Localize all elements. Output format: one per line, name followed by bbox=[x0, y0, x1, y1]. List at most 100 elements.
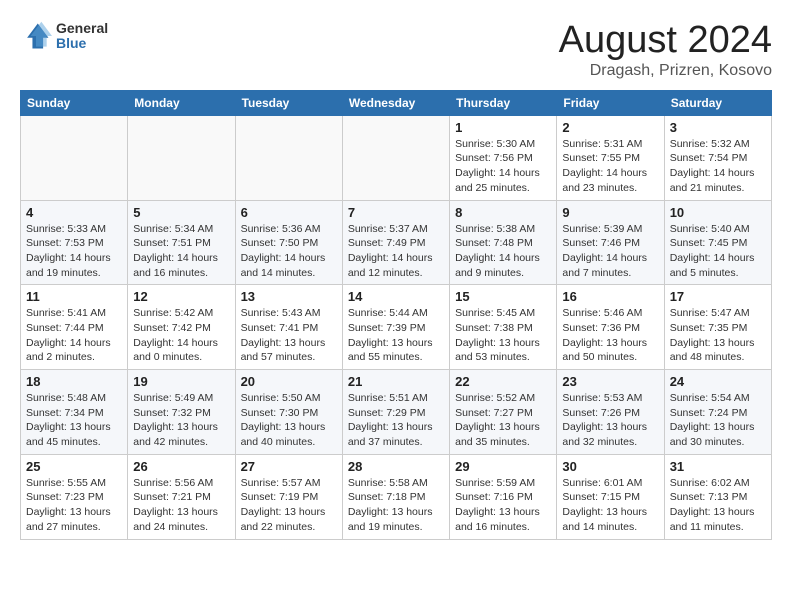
calendar-cell: 13 Sunrise: 5:43 AMSunset: 7:41 PMDayligh… bbox=[235, 285, 342, 370]
day-number: 2 bbox=[562, 120, 658, 135]
day-number: 30 bbox=[562, 459, 658, 474]
day-number: 26 bbox=[133, 459, 229, 474]
calendar-cell: 2 Sunrise: 5:31 AMSunset: 7:55 PMDaylight… bbox=[557, 115, 664, 200]
day-info: Sunrise: 5:57 AMSunset: 7:19 PMDaylight:… bbox=[241, 476, 337, 535]
calendar-cell: 19Sunrise: 5:49 AMSunset: 7:32 PMDayligh… bbox=[128, 370, 235, 455]
calendar-cell: 21 Sunrise: 5:51 AMSunset: 7:29 PMDayligh… bbox=[342, 370, 449, 455]
day-number: 13 bbox=[241, 289, 337, 304]
calendar-cell: 31 Sunrise: 6:02 AMSunset: 7:13 PMDayligh… bbox=[664, 454, 771, 539]
calendar-cell: 6 Sunrise: 5:36 AMSunset: 7:50 PMDaylight… bbox=[235, 200, 342, 285]
calendar-cell: 25Sunrise: 5:55 AMSunset: 7:23 PMDayligh… bbox=[21, 454, 128, 539]
day-number: 16 bbox=[562, 289, 658, 304]
day-info: Sunrise: 5:51 AMSunset: 7:29 PMDaylight:… bbox=[348, 391, 444, 450]
day-number: 12 bbox=[133, 289, 229, 304]
calendar-cell: 11 Sunrise: 5:41 AMSunset: 7:44 PMDayligh… bbox=[21, 285, 128, 370]
calendar-cell: 23 Sunrise: 5:53 AMSunset: 7:26 PMDayligh… bbox=[557, 370, 664, 455]
day-number: 24 bbox=[670, 374, 766, 389]
calendar-cell: 30 Sunrise: 6:01 AMSunset: 7:15 PMDayligh… bbox=[557, 454, 664, 539]
day-info: Sunrise: 5:45 AMSunset: 7:38 PMDaylight:… bbox=[455, 306, 551, 365]
day-number: 3 bbox=[670, 120, 766, 135]
calendar-cell: 18Sunrise: 5:48 AMSunset: 7:34 PMDayligh… bbox=[21, 370, 128, 455]
day-info: Sunrise: 5:36 AMSunset: 7:50 PMDaylight:… bbox=[241, 222, 337, 281]
weekday-header-monday: Monday bbox=[128, 90, 235, 115]
day-number: 1 bbox=[455, 120, 551, 135]
weekday-header-wednesday: Wednesday bbox=[342, 90, 449, 115]
day-info: Sunrise: 5:33 AMSunset: 7:53 PMDaylight:… bbox=[26, 222, 122, 281]
day-number: 5 bbox=[133, 205, 229, 220]
day-info: Sunrise: 5:43 AMSunset: 7:41 PMDaylight:… bbox=[241, 306, 337, 365]
calendar-cell: 29 Sunrise: 5:59 AMSunset: 7:16 PMDayligh… bbox=[450, 454, 557, 539]
calendar-cell bbox=[128, 115, 235, 200]
day-info: Sunrise: 5:34 AMSunset: 7:51 PMDaylight:… bbox=[133, 222, 229, 281]
calendar-cell: 20 Sunrise: 5:50 AMSunset: 7:30 PMDayligh… bbox=[235, 370, 342, 455]
calendar-week-3: 11 Sunrise: 5:41 AMSunset: 7:44 PMDayligh… bbox=[21, 285, 772, 370]
day-number: 23 bbox=[562, 374, 658, 389]
day-number: 9 bbox=[562, 205, 658, 220]
day-info: Sunrise: 5:54 AMSunset: 7:24 PMDaylight:… bbox=[670, 391, 766, 450]
day-info: Sunrise: 5:39 AMSunset: 7:46 PMDaylight:… bbox=[562, 222, 658, 281]
day-info: Sunrise: 6:01 AMSunset: 7:15 PMDaylight:… bbox=[562, 476, 658, 535]
day-info: Sunrise: 6:02 AMSunset: 7:13 PMDaylight:… bbox=[670, 476, 766, 535]
logo-icon bbox=[20, 20, 52, 52]
day-info: Sunrise: 5:56 AMSunset: 7:21 PMDaylight:… bbox=[133, 476, 229, 535]
day-info: Sunrise: 5:40 AMSunset: 7:45 PMDaylight:… bbox=[670, 222, 766, 281]
calendar-cell: 22 Sunrise: 5:52 AMSunset: 7:27 PMDayligh… bbox=[450, 370, 557, 455]
day-number: 11 bbox=[26, 289, 122, 304]
day-number: 6 bbox=[241, 205, 337, 220]
weekday-header-tuesday: Tuesday bbox=[235, 90, 342, 115]
day-number: 8 bbox=[455, 205, 551, 220]
calendar-header-row: SundayMondayTuesdayWednesdayThursdayFrid… bbox=[21, 90, 772, 115]
day-number: 7 bbox=[348, 205, 444, 220]
weekday-header-saturday: Saturday bbox=[664, 90, 771, 115]
weekday-header-thursday: Thursday bbox=[450, 90, 557, 115]
calendar-cell: 28 Sunrise: 5:58 AMSunset: 7:18 PMDayligh… bbox=[342, 454, 449, 539]
calendar-cell: 17 Sunrise: 5:47 AMSunset: 7:35 PMDayligh… bbox=[664, 285, 771, 370]
calendar-cell: 15Sunrise: 5:45 AMSunset: 7:38 PMDayligh… bbox=[450, 285, 557, 370]
day-number: 14 bbox=[348, 289, 444, 304]
calendar-cell: 3 Sunrise: 5:32 AMSunset: 7:54 PMDaylight… bbox=[664, 115, 771, 200]
day-info: Sunrise: 5:58 AMSunset: 7:18 PMDaylight:… bbox=[348, 476, 444, 535]
calendar-cell: 16 Sunrise: 5:46 AMSunset: 7:36 PMDayligh… bbox=[557, 285, 664, 370]
day-number: 22 bbox=[455, 374, 551, 389]
logo: General Blue bbox=[20, 20, 108, 52]
day-info: Sunrise: 5:41 AMSunset: 7:44 PMDaylight:… bbox=[26, 306, 122, 365]
day-number: 18 bbox=[26, 374, 122, 389]
day-number: 4 bbox=[26, 205, 122, 220]
logo-text: General Blue bbox=[56, 21, 108, 52]
calendar-week-4: 18Sunrise: 5:48 AMSunset: 7:34 PMDayligh… bbox=[21, 370, 772, 455]
day-info: Sunrise: 5:46 AMSunset: 7:36 PMDaylight:… bbox=[562, 306, 658, 365]
day-info: Sunrise: 5:31 AMSunset: 7:55 PMDaylight:… bbox=[562, 137, 658, 196]
day-info: Sunrise: 5:53 AMSunset: 7:26 PMDaylight:… bbox=[562, 391, 658, 450]
weekday-header-sunday: Sunday bbox=[21, 90, 128, 115]
day-info: Sunrise: 5:32 AMSunset: 7:54 PMDaylight:… bbox=[670, 137, 766, 196]
calendar-cell bbox=[21, 115, 128, 200]
day-info: Sunrise: 5:30 AMSunset: 7:56 PMDaylight:… bbox=[455, 137, 551, 196]
calendar-cell: 10 Sunrise: 5:40 AMSunset: 7:45 PMDayligh… bbox=[664, 200, 771, 285]
calendar-cell: 26 Sunrise: 5:56 AMSunset: 7:21 PMDayligh… bbox=[128, 454, 235, 539]
location: Dragash, Prizren, Kosovo bbox=[559, 62, 772, 80]
day-info: Sunrise: 5:47 AMSunset: 7:35 PMDaylight:… bbox=[670, 306, 766, 365]
calendar-cell: 1 Sunrise: 5:30 AMSunset: 7:56 PMDaylight… bbox=[450, 115, 557, 200]
day-number: 21 bbox=[348, 374, 444, 389]
calendar-week-5: 25Sunrise: 5:55 AMSunset: 7:23 PMDayligh… bbox=[21, 454, 772, 539]
day-number: 31 bbox=[670, 459, 766, 474]
day-number: 28 bbox=[348, 459, 444, 474]
calendar-table: SundayMondayTuesdayWednesdayThursdayFrid… bbox=[20, 90, 772, 540]
title-block: August 2024 Dragash, Prizren, Kosovo bbox=[559, 20, 772, 80]
day-number: 25 bbox=[26, 459, 122, 474]
day-number: 10 bbox=[670, 205, 766, 220]
calendar-week-2: 4 Sunrise: 5:33 AMSunset: 7:53 PMDaylight… bbox=[21, 200, 772, 285]
calendar-cell bbox=[342, 115, 449, 200]
calendar-cell: 4 Sunrise: 5:33 AMSunset: 7:53 PMDaylight… bbox=[21, 200, 128, 285]
day-info: Sunrise: 5:59 AMSunset: 7:16 PMDaylight:… bbox=[455, 476, 551, 535]
day-number: 17 bbox=[670, 289, 766, 304]
day-info: Sunrise: 5:52 AMSunset: 7:27 PMDaylight:… bbox=[455, 391, 551, 450]
calendar-cell: 24 Sunrise: 5:54 AMSunset: 7:24 PMDayligh… bbox=[664, 370, 771, 455]
calendar-body: 1 Sunrise: 5:30 AMSunset: 7:56 PMDaylight… bbox=[21, 115, 772, 539]
day-info: Sunrise: 5:44 AMSunset: 7:39 PMDaylight:… bbox=[348, 306, 444, 365]
calendar-cell: 8Sunrise: 5:38 AMSunset: 7:48 PMDaylight… bbox=[450, 200, 557, 285]
calendar-cell: 14 Sunrise: 5:44 AMSunset: 7:39 PMDayligh… bbox=[342, 285, 449, 370]
day-number: 20 bbox=[241, 374, 337, 389]
day-info: Sunrise: 5:50 AMSunset: 7:30 PMDaylight:… bbox=[241, 391, 337, 450]
day-number: 29 bbox=[455, 459, 551, 474]
